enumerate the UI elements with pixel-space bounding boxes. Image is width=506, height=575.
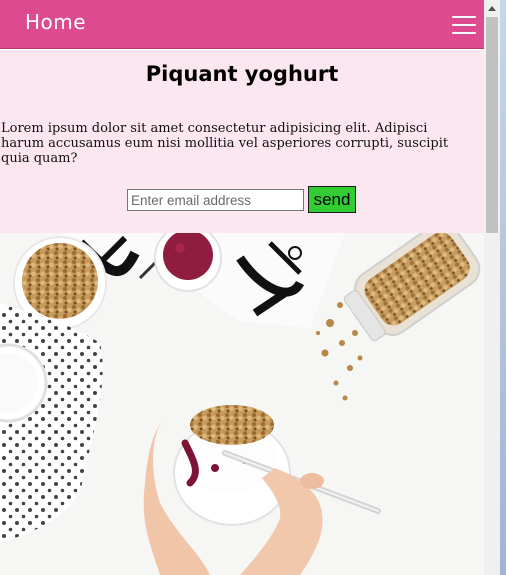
page-title: Piquant yoghurt bbox=[145, 62, 339, 86]
email-input[interactable] bbox=[127, 189, 304, 211]
scroll-up-arrow-icon[interactable] bbox=[484, 0, 500, 17]
yoghurt-bowl-photo bbox=[0, 233, 484, 575]
browser-viewport: Home Piquant yoghurt Lorem ipsum dolor s… bbox=[0, 0, 484, 575]
send-button[interactable]: send bbox=[308, 186, 356, 213]
intro-section: Piquant yoghurt Lorem ipsum dolor sit am… bbox=[0, 50, 484, 233]
vertical-scrollbar[interactable] bbox=[484, 0, 500, 575]
hamburger-menu-icon[interactable] bbox=[452, 13, 476, 37]
scroll-thumb[interactable] bbox=[486, 17, 498, 233]
navbar: Home bbox=[0, 0, 484, 49]
intro-paragraph: Lorem ipsum dolor sit amet consectetur a… bbox=[1, 121, 449, 166]
home-link[interactable]: Home bbox=[25, 10, 86, 34]
window-edge bbox=[500, 0, 506, 575]
